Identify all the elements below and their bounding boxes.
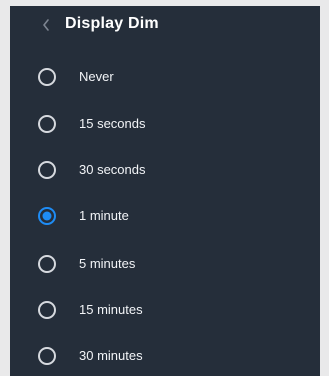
back-button[interactable] <box>38 16 54 34</box>
option-label: 1 minute <box>79 208 129 223</box>
option-label: Never <box>79 69 114 84</box>
option-label: 15 minutes <box>79 302 143 317</box>
radio-checked-icon[interactable] <box>37 206 57 226</box>
radio-unchecked-icon[interactable] <box>37 254 57 274</box>
option-label: 30 minutes <box>79 348 143 363</box>
radio-unchecked-icon[interactable] <box>37 346 57 366</box>
radio-unchecked-icon[interactable] <box>37 67 57 87</box>
option-never[interactable]: Never <box>10 57 320 97</box>
radio-unchecked-icon[interactable] <box>37 160 57 180</box>
chevron-left-icon <box>43 19 49 31</box>
display-dim-panel: Display Dim Never 15 seconds 30 seconds … <box>10 6 320 376</box>
option-label: 5 minutes <box>79 256 136 271</box>
option-label: 15 seconds <box>79 116 146 131</box>
option-1-minute[interactable]: 1 minute <box>10 196 320 236</box>
option-30-minutes[interactable]: 30 minutes <box>10 336 320 376</box>
radio-unchecked-icon[interactable] <box>37 300 57 320</box>
option-5-minutes[interactable]: 5 minutes <box>10 244 320 284</box>
option-30-seconds[interactable]: 30 seconds <box>10 150 320 190</box>
header: Display Dim <box>10 6 320 46</box>
option-15-minutes[interactable]: 15 minutes <box>10 290 320 330</box>
page-title: Display Dim <box>65 15 159 32</box>
option-label: 30 seconds <box>79 162 146 177</box>
option-15-seconds[interactable]: 15 seconds <box>10 104 320 144</box>
radio-unchecked-icon[interactable] <box>37 114 57 134</box>
